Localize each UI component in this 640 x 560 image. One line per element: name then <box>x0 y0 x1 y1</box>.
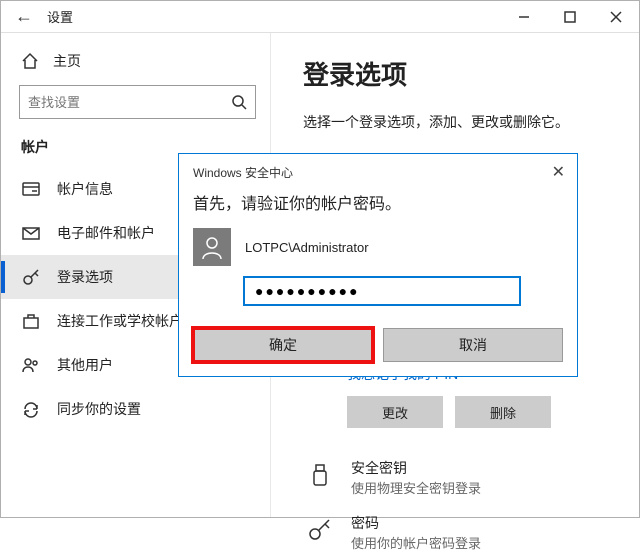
window-title: 设置 <box>47 7 73 26</box>
sidebar-item-label: 帐户信息 <box>57 179 113 199</box>
security-dialog: Windows 安全中心 ✕ 首先，请验证你的帐户密码。 LOTPC\Admin… <box>178 153 578 377</box>
option-title: 密码 <box>351 513 481 533</box>
home-link[interactable]: 主页 <box>1 45 270 85</box>
dialog-message: 首先，请验证你的帐户密码。 <box>179 186 577 228</box>
titlebar: ← 设置 <box>1 1 639 33</box>
avatar <box>193 228 231 266</box>
option-title: 安全密钥 <box>351 458 481 478</box>
sidebar-item-label: 同步你的设置 <box>57 399 141 419</box>
sync-icon <box>21 399 41 419</box>
key-icon <box>21 267 41 287</box>
search-box[interactable] <box>19 85 256 119</box>
close-button[interactable] <box>593 1 639 33</box>
key-icon <box>303 513 337 547</box>
maximize-button[interactable] <box>547 1 593 33</box>
sidebar-item-label: 电子邮件和帐户 <box>57 223 155 243</box>
home-label: 主页 <box>53 51 81 71</box>
search-input[interactable] <box>28 95 231 110</box>
back-button[interactable]: ← <box>1 6 47 27</box>
option-security-key[interactable]: 安全密钥 使用物理安全密钥登录 <box>303 450 611 505</box>
dialog-close-button[interactable]: ✕ <box>552 162 565 182</box>
person-icon <box>199 234 225 260</box>
option-desc: 使用你的帐户密码登录 <box>351 533 481 552</box>
sidebar-item-label: 登录选项 <box>57 267 113 287</box>
option-desc: 使用物理安全密钥登录 <box>351 478 481 497</box>
sidebar-item-label: 连接工作或学校帐户 <box>57 311 183 331</box>
sidebar-item-label: 其他用户 <box>57 355 113 375</box>
id-card-icon <box>21 179 41 199</box>
change-button[interactable]: 更改 <box>347 396 443 428</box>
usb-icon <box>303 458 337 492</box>
option-password[interactable]: 密码 使用你的帐户密码登录 <box>303 505 611 560</box>
sidebar-item-sync[interactable]: 同步你的设置 <box>1 387 270 431</box>
delete-button[interactable]: 删除 <box>455 396 551 428</box>
dialog-title: Windows 安全中心 <box>193 164 293 181</box>
dialog-username: LOTPC\Administrator <box>245 240 369 255</box>
people-icon <box>21 355 41 375</box>
ok-button[interactable]: 确定 <box>193 328 373 362</box>
search-icon <box>231 94 247 110</box>
briefcase-icon <box>21 311 41 331</box>
page-subtitle: 选择一个登录选项，添加、更改或删除它。 <box>303 112 611 132</box>
home-icon <box>21 52 39 70</box>
mail-icon <box>21 223 41 243</box>
cancel-button[interactable]: 取消 <box>383 328 563 362</box>
page-title: 登录选项 <box>303 55 611 92</box>
minimize-button[interactable] <box>501 1 547 33</box>
password-input[interactable] <box>243 276 521 306</box>
